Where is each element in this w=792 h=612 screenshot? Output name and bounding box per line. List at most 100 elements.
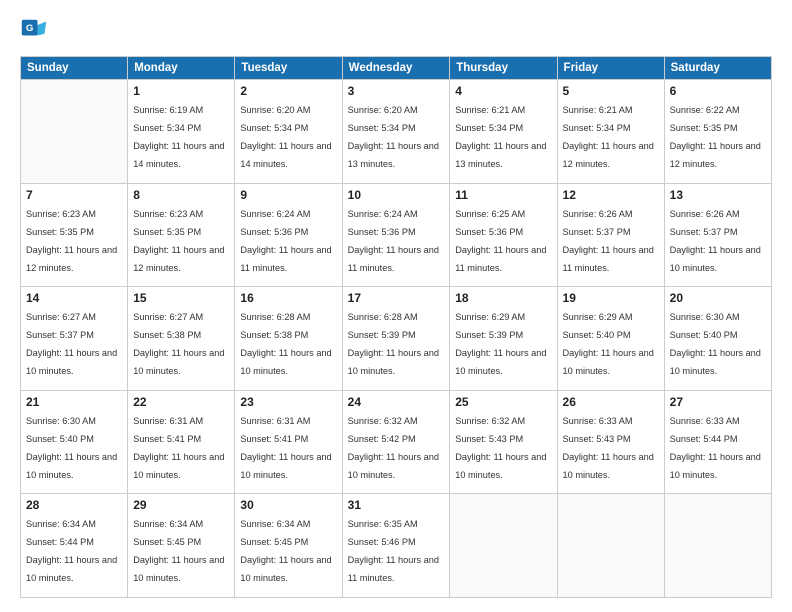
day-info: Sunrise: 6:30 AMSunset: 5:40 PMDaylight:… <box>26 416 117 480</box>
weekday-header: Wednesday <box>342 57 450 80</box>
day-number: 25 <box>455 395 551 409</box>
day-number: 12 <box>563 188 659 202</box>
day-info: Sunrise: 6:35 AMSunset: 5:46 PMDaylight:… <box>348 519 439 583</box>
day-info: Sunrise: 6:21 AMSunset: 5:34 PMDaylight:… <box>455 105 546 169</box>
weekday-header: Saturday <box>664 57 771 80</box>
calendar-cell: 1 Sunrise: 6:19 AMSunset: 5:34 PMDayligh… <box>128 80 235 184</box>
day-number: 6 <box>670 84 766 98</box>
day-number: 4 <box>455 84 551 98</box>
day-info: Sunrise: 6:27 AMSunset: 5:37 PMDaylight:… <box>26 312 117 376</box>
day-number: 30 <box>240 498 336 512</box>
day-info: Sunrise: 6:19 AMSunset: 5:34 PMDaylight:… <box>133 105 224 169</box>
day-info: Sunrise: 6:28 AMSunset: 5:38 PMDaylight:… <box>240 312 331 376</box>
calendar-cell: 5 Sunrise: 6:21 AMSunset: 5:34 PMDayligh… <box>557 80 664 184</box>
day-info: Sunrise: 6:23 AMSunset: 5:35 PMDaylight:… <box>26 209 117 273</box>
svg-text:G: G <box>26 23 33 34</box>
day-number: 3 <box>348 84 445 98</box>
day-number: 15 <box>133 291 229 305</box>
calendar-table: SundayMondayTuesdayWednesdayThursdayFrid… <box>20 56 772 598</box>
calendar-cell <box>557 494 664 598</box>
day-number: 10 <box>348 188 445 202</box>
calendar-cell: 22 Sunrise: 6:31 AMSunset: 5:41 PMDaylig… <box>128 390 235 494</box>
day-info: Sunrise: 6:23 AMSunset: 5:35 PMDaylight:… <box>133 209 224 273</box>
calendar-cell: 7 Sunrise: 6:23 AMSunset: 5:35 PMDayligh… <box>21 183 128 287</box>
calendar-cell: 4 Sunrise: 6:21 AMSunset: 5:34 PMDayligh… <box>450 80 557 184</box>
calendar-cell: 6 Sunrise: 6:22 AMSunset: 5:35 PMDayligh… <box>664 80 771 184</box>
day-number: 31 <box>348 498 445 512</box>
calendar-cell: 3 Sunrise: 6:20 AMSunset: 5:34 PMDayligh… <box>342 80 450 184</box>
day-number: 23 <box>240 395 336 409</box>
day-info: Sunrise: 6:21 AMSunset: 5:34 PMDaylight:… <box>563 105 654 169</box>
calendar-header-row: SundayMondayTuesdayWednesdayThursdayFrid… <box>21 57 772 80</box>
day-number: 24 <box>348 395 445 409</box>
day-info: Sunrise: 6:32 AMSunset: 5:42 PMDaylight:… <box>348 416 439 480</box>
calendar-cell: 15 Sunrise: 6:27 AMSunset: 5:38 PMDaylig… <box>128 287 235 391</box>
calendar-week-row: 7 Sunrise: 6:23 AMSunset: 5:35 PMDayligh… <box>21 183 772 287</box>
day-info: Sunrise: 6:31 AMSunset: 5:41 PMDaylight:… <box>133 416 224 480</box>
calendar-cell: 21 Sunrise: 6:30 AMSunset: 5:40 PMDaylig… <box>21 390 128 494</box>
calendar-cell: 13 Sunrise: 6:26 AMSunset: 5:37 PMDaylig… <box>664 183 771 287</box>
calendar-week-row: 14 Sunrise: 6:27 AMSunset: 5:37 PMDaylig… <box>21 287 772 391</box>
calendar-cell <box>450 494 557 598</box>
day-number: 7 <box>26 188 122 202</box>
day-number: 8 <box>133 188 229 202</box>
day-info: Sunrise: 6:29 AMSunset: 5:40 PMDaylight:… <box>563 312 654 376</box>
calendar-cell: 14 Sunrise: 6:27 AMSunset: 5:37 PMDaylig… <box>21 287 128 391</box>
day-number: 13 <box>670 188 766 202</box>
calendar-cell <box>664 494 771 598</box>
day-number: 27 <box>670 395 766 409</box>
weekday-header: Monday <box>128 57 235 80</box>
calendar-page: G SundayMondayTuesdayWednesdayThursdayFr… <box>0 0 792 612</box>
day-number: 22 <box>133 395 229 409</box>
day-info: Sunrise: 6:34 AMSunset: 5:45 PMDaylight:… <box>240 519 331 583</box>
calendar-cell: 28 Sunrise: 6:34 AMSunset: 5:44 PMDaylig… <box>21 494 128 598</box>
calendar-week-row: 21 Sunrise: 6:30 AMSunset: 5:40 PMDaylig… <box>21 390 772 494</box>
day-number: 5 <box>563 84 659 98</box>
day-info: Sunrise: 6:28 AMSunset: 5:39 PMDaylight:… <box>348 312 439 376</box>
weekday-header: Thursday <box>450 57 557 80</box>
logo: G <box>20 18 52 46</box>
day-info: Sunrise: 6:34 AMSunset: 5:45 PMDaylight:… <box>133 519 224 583</box>
calendar-cell: 10 Sunrise: 6:24 AMSunset: 5:36 PMDaylig… <box>342 183 450 287</box>
calendar-cell <box>21 80 128 184</box>
day-info: Sunrise: 6:29 AMSunset: 5:39 PMDaylight:… <box>455 312 546 376</box>
day-info: Sunrise: 6:20 AMSunset: 5:34 PMDaylight:… <box>348 105 439 169</box>
day-number: 20 <box>670 291 766 305</box>
calendar-cell: 9 Sunrise: 6:24 AMSunset: 5:36 PMDayligh… <box>235 183 342 287</box>
day-info: Sunrise: 6:26 AMSunset: 5:37 PMDaylight:… <box>670 209 761 273</box>
day-info: Sunrise: 6:20 AMSunset: 5:34 PMDaylight:… <box>240 105 331 169</box>
day-info: Sunrise: 6:27 AMSunset: 5:38 PMDaylight:… <box>133 312 224 376</box>
calendar-cell: 29 Sunrise: 6:34 AMSunset: 5:45 PMDaylig… <box>128 494 235 598</box>
day-number: 28 <box>26 498 122 512</box>
calendar-cell: 20 Sunrise: 6:30 AMSunset: 5:40 PMDaylig… <box>664 287 771 391</box>
day-info: Sunrise: 6:26 AMSunset: 5:37 PMDaylight:… <box>563 209 654 273</box>
day-number: 17 <box>348 291 445 305</box>
day-number: 1 <box>133 84 229 98</box>
day-number: 2 <box>240 84 336 98</box>
calendar-cell: 11 Sunrise: 6:25 AMSunset: 5:36 PMDaylig… <box>450 183 557 287</box>
day-info: Sunrise: 6:33 AMSunset: 5:44 PMDaylight:… <box>670 416 761 480</box>
weekday-header: Friday <box>557 57 664 80</box>
calendar-week-row: 1 Sunrise: 6:19 AMSunset: 5:34 PMDayligh… <box>21 80 772 184</box>
day-number: 14 <box>26 291 122 305</box>
calendar-cell: 23 Sunrise: 6:31 AMSunset: 5:41 PMDaylig… <box>235 390 342 494</box>
day-info: Sunrise: 6:24 AMSunset: 5:36 PMDaylight:… <box>240 209 331 273</box>
day-number: 18 <box>455 291 551 305</box>
calendar-cell: 31 Sunrise: 6:35 AMSunset: 5:46 PMDaylig… <box>342 494 450 598</box>
weekday-header: Sunday <box>21 57 128 80</box>
day-number: 26 <box>563 395 659 409</box>
weekday-header: Tuesday <box>235 57 342 80</box>
day-info: Sunrise: 6:32 AMSunset: 5:43 PMDaylight:… <box>455 416 546 480</box>
header: G <box>20 18 772 46</box>
calendar-cell: 8 Sunrise: 6:23 AMSunset: 5:35 PMDayligh… <box>128 183 235 287</box>
day-number: 16 <box>240 291 336 305</box>
calendar-cell: 27 Sunrise: 6:33 AMSunset: 5:44 PMDaylig… <box>664 390 771 494</box>
calendar-cell: 26 Sunrise: 6:33 AMSunset: 5:43 PMDaylig… <box>557 390 664 494</box>
calendar-cell: 2 Sunrise: 6:20 AMSunset: 5:34 PMDayligh… <box>235 80 342 184</box>
calendar-cell: 18 Sunrise: 6:29 AMSunset: 5:39 PMDaylig… <box>450 287 557 391</box>
calendar-cell: 17 Sunrise: 6:28 AMSunset: 5:39 PMDaylig… <box>342 287 450 391</box>
day-number: 29 <box>133 498 229 512</box>
day-number: 11 <box>455 188 551 202</box>
calendar-cell: 16 Sunrise: 6:28 AMSunset: 5:38 PMDaylig… <box>235 287 342 391</box>
day-info: Sunrise: 6:31 AMSunset: 5:41 PMDaylight:… <box>240 416 331 480</box>
